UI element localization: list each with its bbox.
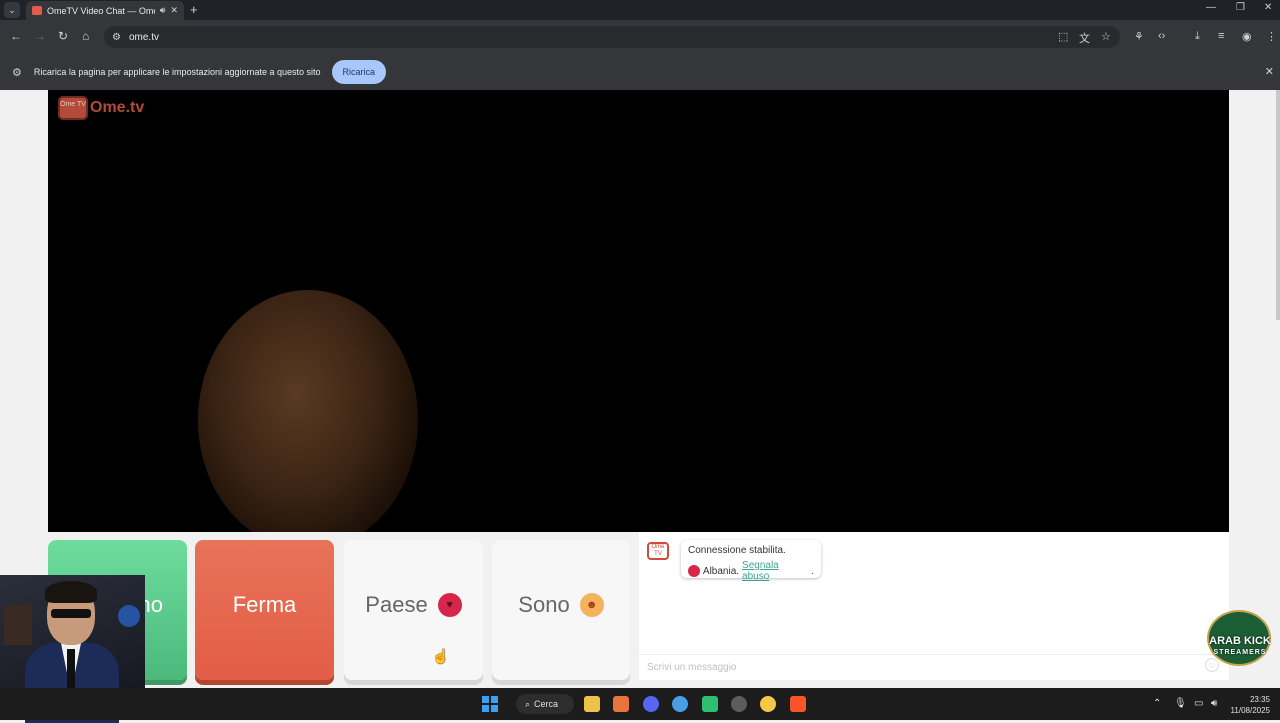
boy-emoji-icon: ☻ [579, 593, 604, 617]
brave-icon[interactable] [790, 696, 806, 712]
tab-title: OmeTV Video Chat — Ome [47, 5, 155, 16]
reload-icon[interactable]: ↻ [58, 29, 68, 43]
gender-button[interactable]: Sono ☻ [492, 540, 630, 680]
reading-list-icon[interactable]: ≡ [1218, 30, 1224, 42]
badge-title: ARAB KICK [1209, 635, 1271, 647]
ometv-favicon-icon [32, 6, 42, 15]
clock-date: 11/08/2025 [1230, 706, 1270, 715]
app-green-icon[interactable] [702, 696, 718, 712]
home-icon[interactable]: ⌂ [82, 29, 89, 43]
ometv-chat-logo-icon: Ome TV [647, 542, 669, 560]
reload-page-button[interactable]: Ricarica [331, 60, 387, 84]
browser-tabbar: ⌄ OmeTV Video Chat — Ome 🔊︎ ✕ + — ❐ ✕ [0, 0, 1280, 20]
back-arrow-icon[interactable]: ← [10, 29, 22, 43]
arab-kick-streamers-badge: ARAB KICK STREAMERS [1205, 610, 1275, 668]
new-tab-button[interactable]: + [190, 2, 198, 17]
streamer-hair [45, 581, 97, 603]
clock-time: 23:35 [1249, 695, 1270, 704]
partner-country: Albania. [702, 565, 740, 577]
report-abuse-link[interactable]: Segnala abuso [742, 560, 808, 582]
browser-toolbar: ← → ↻ ⌂ ⚙ ome.tv ⬚ 文 ☆ ⚘ ‹› ⤓ ≡ ◉ ⋮ [0, 20, 1280, 54]
maximize-window-icon[interactable]: ❐ [1236, 2, 1245, 13]
badge-subtitle: STREAMERS [1213, 649, 1267, 656]
logo-text: Ome.tv [90, 99, 145, 116]
extensions-icon[interactable]: ⚘ [1134, 30, 1144, 43]
address-bar[interactable]: ⚙ ome.tv [104, 26, 1120, 48]
windows-start-icon[interactable] [482, 696, 498, 712]
volume-icon[interactable]: 🔊︎ [1211, 698, 1217, 709]
heart-flag-icon: ♥ [437, 593, 462, 617]
message-input[interactable] [639, 654, 1229, 680]
taskbar-search[interactable]: ⌕ Cerca [516, 694, 574, 714]
url-text[interactable]: ome.tv [129, 32, 159, 43]
partner-face-image [198, 290, 418, 532]
stop-button-label: Ferma [195, 540, 334, 670]
download-icon[interactable]: ⤓ [1195, 30, 1200, 43]
file-explorer-icon[interactable] [584, 696, 600, 712]
windows-taskbar: ⌕ Cerca ⌃ 🎙︎ ▭ 🔊︎ 23:35 11/08/2025 [0, 688, 1280, 720]
badge-text: ARAB KICK STREAMERS [1205, 636, 1275, 658]
app-a-icon[interactable] [613, 696, 629, 712]
obs-icon[interactable] [731, 696, 747, 712]
country-line: Albania. Segnala abuso. [688, 560, 814, 582]
ometv-logo: Ome TV Ome.tv [58, 96, 144, 120]
chrome-icon[interactable] [672, 696, 688, 712]
minimize-window-icon[interactable]: — [1206, 2, 1216, 13]
system-message-bubble: Connessione stabilita. Albania. Segnala … [681, 540, 821, 582]
system-clock[interactable]: 23:35 11/08/2025 [1231, 694, 1270, 716]
translate-icon[interactable]: 文 [1079, 30, 1090, 46]
stop-label-text: Ferma [232, 592, 297, 617]
webcam-background-light [118, 605, 140, 627]
albania-flag-icon [688, 565, 700, 577]
ometv-page: Ome TV Ome.tv no Ferma Paese ♥ Sono ☻ Om… [0, 90, 1280, 688]
discord-icon[interactable] [643, 696, 659, 712]
site-settings-icon[interactable]: ⚙ [112, 32, 121, 43]
infobar-message: Ricarica la pagina per applicare le impo… [33, 67, 321, 77]
browser-tab-active[interactable]: OmeTV Video Chat — Ome 🔊︎ ✕ [26, 1, 184, 20]
connection-status: Connessione stabilita. [688, 545, 786, 556]
forward-arrow-icon[interactable]: → [34, 29, 46, 43]
devtools-icon[interactable]: ‹› [1158, 30, 1165, 42]
network-icon[interactable]: ▭ [1194, 698, 1203, 709]
gender-label-text: Sono [518, 592, 570, 617]
tv-logo-icon: Ome TV [58, 96, 88, 120]
tray-chevron-up-icon[interactable]: ⌃ [1153, 698, 1161, 709]
country-button-label: Paese ♥ [344, 540, 483, 670]
speaker-icon[interactable]: 🔊︎ [160, 5, 166, 16]
bookmark-star-icon[interactable]: ☆ [1101, 30, 1111, 43]
search-label: Cerca [534, 699, 559, 709]
microphone-icon[interactable]: 🎙︎ [1174, 698, 1187, 709]
install-app-icon[interactable]: ⬚ [1058, 30, 1068, 43]
hand-cursor-icon: ☝ [432, 648, 450, 664]
close-tab-icon[interactable]: ✕ [170, 5, 178, 16]
webcam-background-poster [4, 605, 32, 645]
search-icon: ⌕ [525, 698, 531, 709]
stop-button[interactable]: Ferma [195, 540, 334, 680]
page-scrollbar[interactable] [1276, 90, 1280, 320]
close-window-icon[interactable]: ✕ [1264, 2, 1272, 13]
browser-menu-icon[interactable]: ⋮ [1266, 30, 1277, 43]
tab-search-menu-button[interactable]: ⌄ [4, 2, 20, 18]
country-label-text: Paese [365, 592, 428, 617]
gender-button-label: Sono ☻ [492, 540, 630, 670]
report-suffix: . [811, 565, 814, 577]
reload-infobar: ⚙ Ricarica la pagina per applicare le im… [0, 54, 1280, 90]
streamer-tie [67, 649, 75, 693]
emoji-app-icon[interactable] [760, 696, 776, 712]
chat-panel: Ome TV Connessione stabilita. Albania. S… [639, 532, 1229, 680]
country-filter-button[interactable]: Paese ♥ [344, 540, 483, 680]
partner-video: Ome TV Ome.tv [48, 90, 1229, 532]
profile-avatar-icon[interactable]: ◉ [1242, 30, 1252, 43]
settings-gear-icon: ⚙ [12, 66, 22, 79]
sunglasses-icon [51, 609, 91, 618]
close-infobar-icon[interactable]: ✕ [1265, 65, 1274, 78]
